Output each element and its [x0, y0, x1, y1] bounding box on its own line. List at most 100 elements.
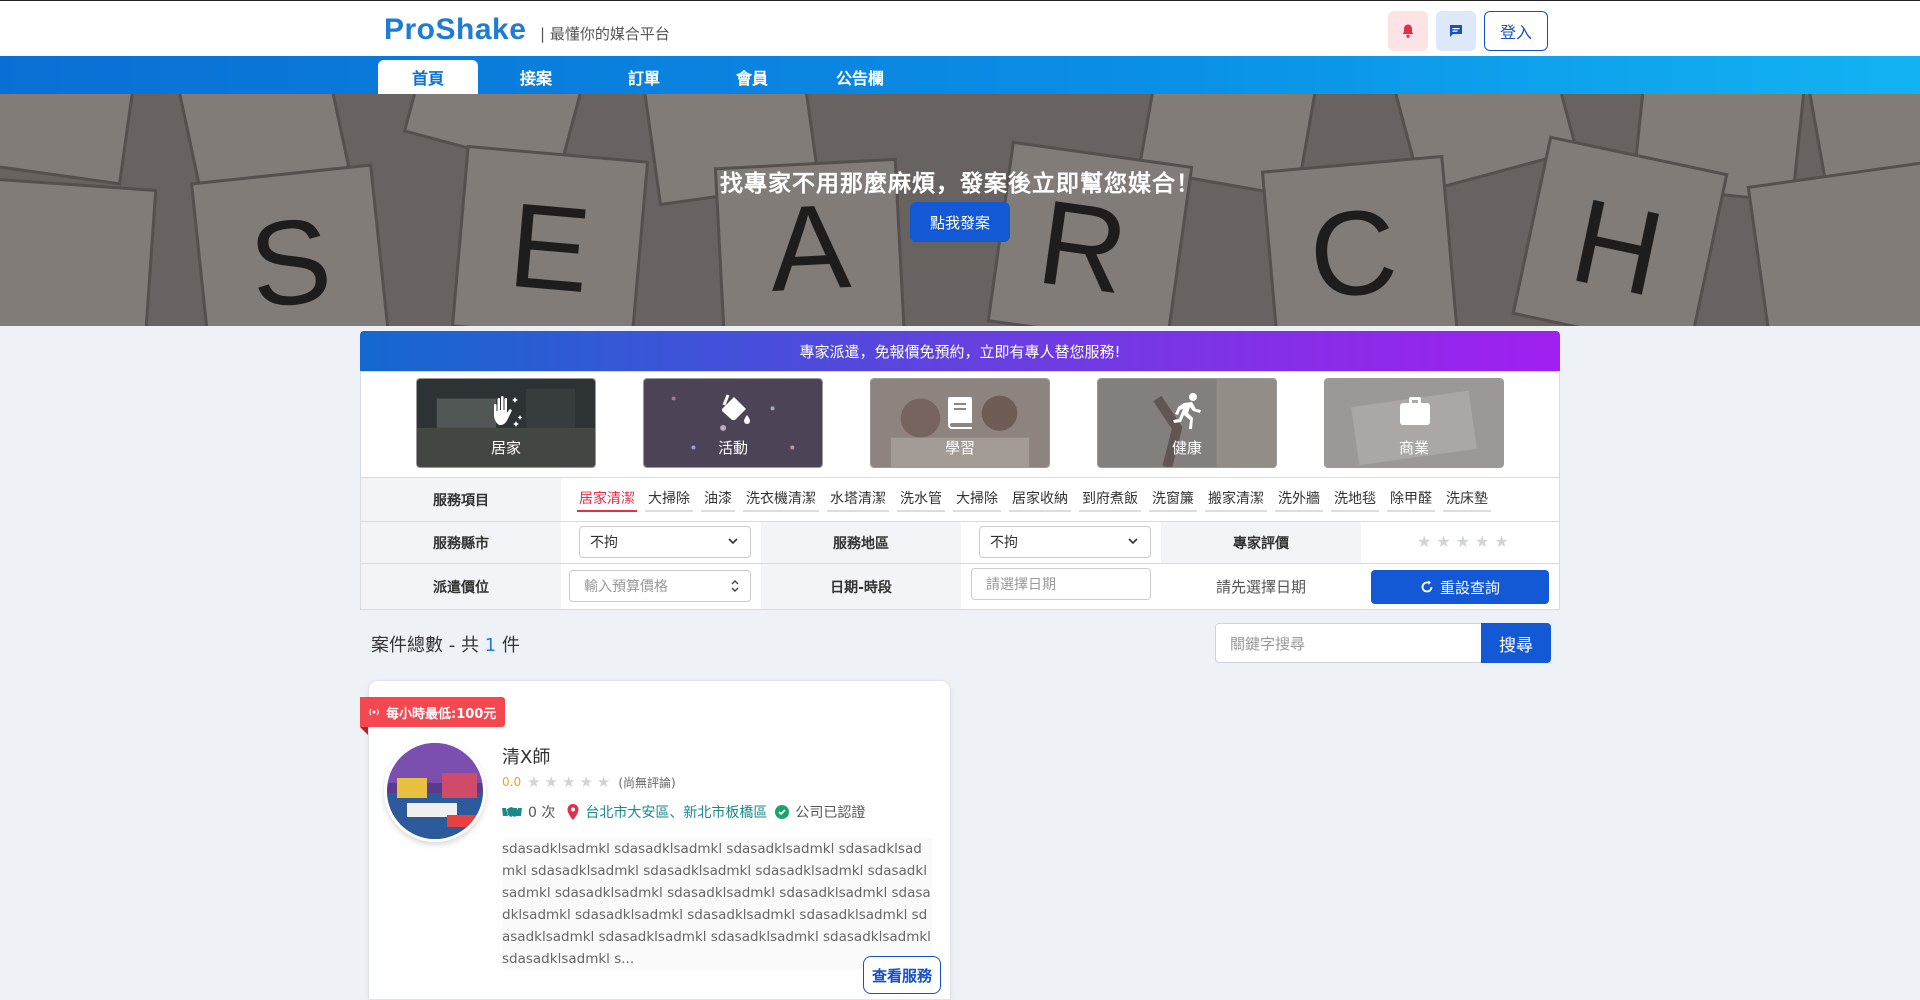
signal-icon: [369, 708, 379, 716]
star-icon: ★: [527, 773, 541, 791]
rating-filter-stars[interactable]: ★ ★ ★ ★ ★: [1417, 532, 1509, 551]
service-tags: 居家清潔 大掃除 油漆 洗衣機清潔 水塔清潔 洗水管 大掃除 居家收納 到府煮飯…: [577, 486, 1557, 516]
meta-row: 0 次 台北市大安區、新北市板橋區 公司已認證: [502, 802, 865, 822]
message-button[interactable]: [1436, 11, 1476, 51]
category-label: 健康: [1171, 439, 1202, 457]
star-icon[interactable]: ★: [1494, 532, 1508, 551]
search-button[interactable]: 搜尋: [1481, 623, 1551, 663]
tagline: | 最懂你的媒合平台: [540, 25, 670, 43]
briefcase-icon: [1400, 397, 1430, 425]
service-items-row: 服務項目 居家清潔 大掃除 油漆 洗衣機清潔 水塔清潔 洗水管 大掃除 居家收納…: [361, 477, 1559, 521]
star-icon[interactable]: ★: [1475, 532, 1489, 551]
service-tag[interactable]: 洗地毯: [1331, 486, 1379, 512]
notification-button[interactable]: [1388, 11, 1428, 51]
category-learning[interactable]: 學習: [870, 378, 1050, 468]
service-tag[interactable]: 居家收納: [1009, 486, 1071, 512]
post-job-button[interactable]: 點我發案: [910, 202, 1010, 242]
service-tag[interactable]: 大掃除: [645, 486, 693, 512]
running-person-icon: [1173, 393, 1201, 429]
ribbon-fold: [360, 727, 368, 735]
svg-text:C: C: [1304, 183, 1402, 324]
category-business[interactable]: 商業: [1324, 378, 1504, 468]
reset-query-label: 重設查詢: [1439, 578, 1500, 597]
chevron-down-icon: [1128, 538, 1138, 545]
price-input-placeholder: 輸入預算價格: [584, 579, 668, 595]
service-tag[interactable]: 洗窗簾: [1149, 486, 1197, 512]
service-items-label: 服務項目: [361, 478, 561, 521]
keyword-search-placeholder: 關鍵字搜尋: [1230, 634, 1306, 653]
avatar[interactable]: [384, 740, 486, 842]
certified-label: 公司已認證: [795, 805, 866, 821]
chat-icon: [1450, 25, 1462, 37]
search-panel: 居家 活動 學習 健康 商業 服務項目 居家清潔 大掃除 油漆 洗衣機清潔 水塔…: [360, 371, 1560, 610]
login-button[interactable]: 登入: [1484, 11, 1548, 51]
handshake-icon: [502, 807, 522, 817]
price-ribbon: 每小時最低:100元: [360, 697, 505, 727]
category-health[interactable]: 健康: [1097, 378, 1277, 468]
star-icon[interactable]: ★: [1417, 532, 1431, 551]
hero-title: 找專家不用那麼麻煩，發案後立即幫您媒合！: [720, 171, 1200, 197]
rating-score: 0.0: [502, 775, 522, 789]
main-nav: 首頁 接案 訂單 會員 公告欄: [0, 56, 1920, 94]
service-tag[interactable]: 洗外牆: [1275, 486, 1323, 512]
nav-item-orders[interactable]: 訂單: [594, 60, 694, 94]
cleaning-hand-icon: [494, 395, 523, 427]
star-icon: ★: [596, 773, 611, 791]
star-icon: ★: [579, 773, 593, 791]
area-select[interactable]: 不拘: [979, 526, 1151, 558]
datetime-label: 日期-時段: [761, 564, 961, 609]
price-ribbon-label: 每小時最低:100元: [386, 706, 497, 722]
nav-item-members[interactable]: 會員: [702, 60, 802, 94]
svg-text:A: A: [766, 179, 853, 317]
date-input[interactable]: 請選擇日期: [971, 568, 1151, 600]
category-label: 學習: [944, 439, 975, 457]
reset-query-button[interactable]: 重設查詢: [1371, 570, 1549, 604]
star-icon: ★: [544, 773, 558, 791]
promo-bar: 專家派遣，免報價免預約，立即有專人替您服務!: [360, 331, 1560, 371]
avatar-image: [387, 743, 483, 839]
number-stepper-icon[interactable]: [730, 579, 740, 593]
price-input[interactable]: 輸入預算價格: [569, 570, 751, 602]
service-tag[interactable]: 居家清潔: [577, 486, 637, 512]
total-number: 1: [484, 635, 497, 656]
keyword-search-input[interactable]: 關鍵字搜尋: [1215, 623, 1481, 663]
price-date-row: 派遣價位 輸入預算價格 日期-時段 請選擇日期 請先選擇日期 重設查詢: [361, 563, 1559, 609]
city-label: 服務縣市: [361, 522, 561, 563]
verified-check-icon: [775, 805, 790, 819]
area-select-value: 不拘: [990, 535, 1018, 551]
star-icon[interactable]: ★: [1456, 532, 1470, 551]
nav-item-jobs[interactable]: 接案: [486, 60, 586, 94]
service-tag[interactable]: 除甲醛: [1387, 486, 1435, 512]
service-tag[interactable]: 洗衣機清潔: [743, 486, 819, 512]
header: ProShake | 最懂你的媒合平台 登入: [0, 0, 1920, 56]
service-location: 台北市大安區、新北市板橋區: [585, 805, 768, 821]
provider-name[interactable]: 清X師: [502, 743, 550, 769]
category-label: 居家: [490, 439, 521, 457]
category-activity[interactable]: 活動: [643, 378, 823, 468]
service-tag[interactable]: 到府煮飯: [1079, 486, 1141, 512]
service-tag[interactable]: 水塔清潔: [827, 486, 889, 512]
chevron-down-icon: [728, 538, 738, 545]
rating-row: 0.0 ★ ★ ★ ★ ★ (尚無評論): [502, 773, 676, 791]
nav-item-home[interactable]: 首頁: [378, 60, 478, 94]
city-select[interactable]: 不拘: [579, 526, 751, 558]
nav-item-announcements[interactable]: 公告欄: [810, 60, 910, 94]
rating-note: (尚無評論): [618, 775, 676, 790]
time-slot-hint: 請先選擇日期: [1215, 578, 1306, 596]
service-tag[interactable]: 洗床墊: [1443, 486, 1491, 512]
area-label: 服務地區: [761, 522, 961, 563]
paint-bucket-icon: [722, 394, 750, 424]
category-label: 商業: [1398, 439, 1429, 457]
star-icon[interactable]: ★: [1436, 532, 1450, 551]
total-prefix: 案件總數 - 共: [371, 635, 479, 656]
star-icon: ★: [562, 773, 576, 791]
service-tag[interactable]: 搬家清潔: [1205, 486, 1267, 512]
logo[interactable]: ProShake: [384, 13, 526, 47]
view-service-button[interactable]: 查看服務: [863, 956, 941, 994]
category-home[interactable]: 居家: [416, 378, 596, 468]
service-tag[interactable]: 大掃除: [953, 486, 1001, 512]
hero-banner: S E A R C H 找專家不用那麼麻煩，發案後立即幫您媒合！ 點我發案: [0, 94, 1920, 326]
date-input-placeholder: 請選擇日期: [986, 577, 1056, 593]
service-tag[interactable]: 油漆: [701, 486, 735, 512]
service-tag[interactable]: 洗水管: [897, 486, 945, 512]
